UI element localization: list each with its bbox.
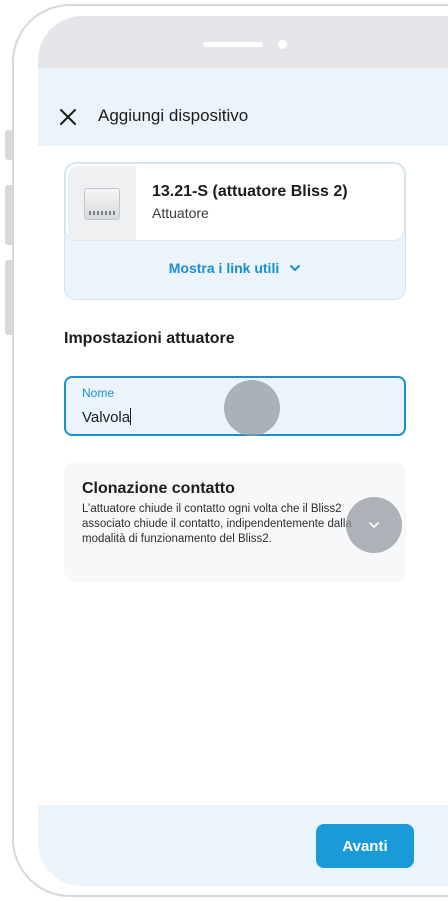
chevron-down-icon [369,522,379,528]
clone-contact-description: L’attuatore chiude il contatto ogni volt… [82,503,352,545]
device-picture [84,188,120,220]
close-icon[interactable] [58,107,78,127]
page-title: Aggiungi dispositivo [98,106,249,125]
expand-button[interactable] [346,497,402,553]
show-links-button[interactable]: Mostra i link utili [65,253,405,283]
phone-screen: Aggiungi dispositivo 13.21-S (attuatore … [38,16,448,886]
chevron-down-icon [290,265,301,271]
bottom-bar: Avanti [38,805,448,886]
phone-side-button [5,260,12,335]
product-image [68,166,136,240]
name-field-value[interactable]: Valvola [82,408,132,426]
phone-side-button [5,185,12,245]
name-field-text: Valvola [82,409,131,426]
show-links-label: Mostra i link utili [168,260,280,276]
product-summary: 13.21-S (attuatore Bliss 2) Attuatore [65,163,405,241]
product-name: 13.21-S (attuatore Bliss 2) [152,183,348,200]
front-camera [278,40,287,49]
name-field-label: Nome [82,386,115,400]
next-button[interactable]: Avanti [316,824,414,868]
clone-contact-title: Clonazione contatto [82,480,235,497]
phone-side-button [5,130,12,160]
speaker-grille [203,42,263,47]
touch-indicator [224,380,280,436]
product-card: 13.21-S (attuatore Bliss 2) Attuatore Mo… [64,162,406,300]
product-type: Attuatore [152,205,209,221]
status-area [38,16,448,68]
section-title: Impostazioni attuatore [64,330,235,347]
text-caret [130,408,132,425]
